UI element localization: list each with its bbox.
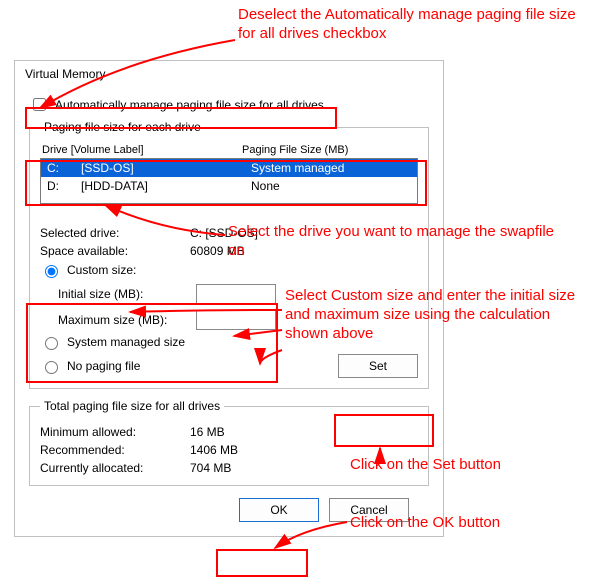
drive-label: [HDD-DATA] (81, 179, 251, 193)
current-value: 704 MB (190, 461, 231, 475)
minimum-label: Minimum allowed: (40, 425, 190, 439)
highlight-ok-button (216, 549, 308, 577)
drive-group-legend: Paging file size for each drive (40, 120, 205, 134)
space-available-label: Space available: (40, 244, 190, 258)
recommended-value: 1406 MB (190, 443, 238, 457)
total-group-legend: Total paging file size for all drives (40, 399, 224, 413)
ok-button[interactable]: OK (239, 498, 319, 522)
annotation-ok-button: Click on the OK button (350, 514, 590, 533)
set-button[interactable]: Set (338, 354, 418, 378)
maximum-size-label: Maximum size (MB): (58, 313, 188, 327)
current-label: Currently allocated: (40, 461, 190, 475)
radio-custom-size[interactable] (45, 265, 58, 278)
maximum-size-input[interactable] (196, 310, 276, 330)
drive-letter: D: (47, 179, 81, 193)
list-header-drive: Drive [Volume Label] (42, 144, 242, 156)
radio-system-label[interactable]: System managed size (67, 335, 185, 349)
radio-none-label[interactable]: No paging file (67, 359, 140, 373)
list-header: Drive [Volume Label] Paging File Size (M… (40, 142, 418, 158)
drive-letter: C: (47, 161, 81, 175)
selected-drive-label: Selected drive: (40, 226, 190, 240)
drive-size: System managed (251, 161, 344, 175)
dialog-title: Virtual Memory (15, 61, 443, 87)
drive-row[interactable]: D: [HDD-DATA] None (41, 177, 417, 195)
auto-manage-checkbox[interactable] (33, 98, 46, 111)
annotation-custom-size: Select Custom size and enter the initial… (285, 287, 595, 343)
drive-list[interactable]: C: [SSD-OS] System managed D: [HDD-DATA]… (40, 158, 418, 204)
radio-system-managed[interactable] (45, 337, 58, 350)
initial-size-label: Initial size (MB): (58, 287, 188, 301)
drive-row[interactable]: C: [SSD-OS] System managed (41, 159, 417, 177)
minimum-value: 16 MB (190, 425, 225, 439)
drive-size: None (251, 179, 280, 193)
list-header-size: Paging File Size (MB) (242, 144, 348, 156)
radio-no-paging[interactable] (45, 361, 58, 374)
annotation-auto-manage: Deselect the Automatically manage paging… (238, 6, 588, 44)
initial-size-input[interactable] (196, 284, 276, 304)
recommended-label: Recommended: (40, 443, 190, 457)
annotation-select-drive: Select the drive you want to manage the … (228, 223, 568, 261)
radio-custom-label[interactable]: Custom size: (67, 263, 136, 277)
auto-manage-label[interactable]: Automatically manage paging file size fo… (55, 98, 324, 112)
drive-label: [SSD-OS] (81, 161, 251, 175)
annotation-set-button: Click on the Set button (350, 456, 590, 475)
